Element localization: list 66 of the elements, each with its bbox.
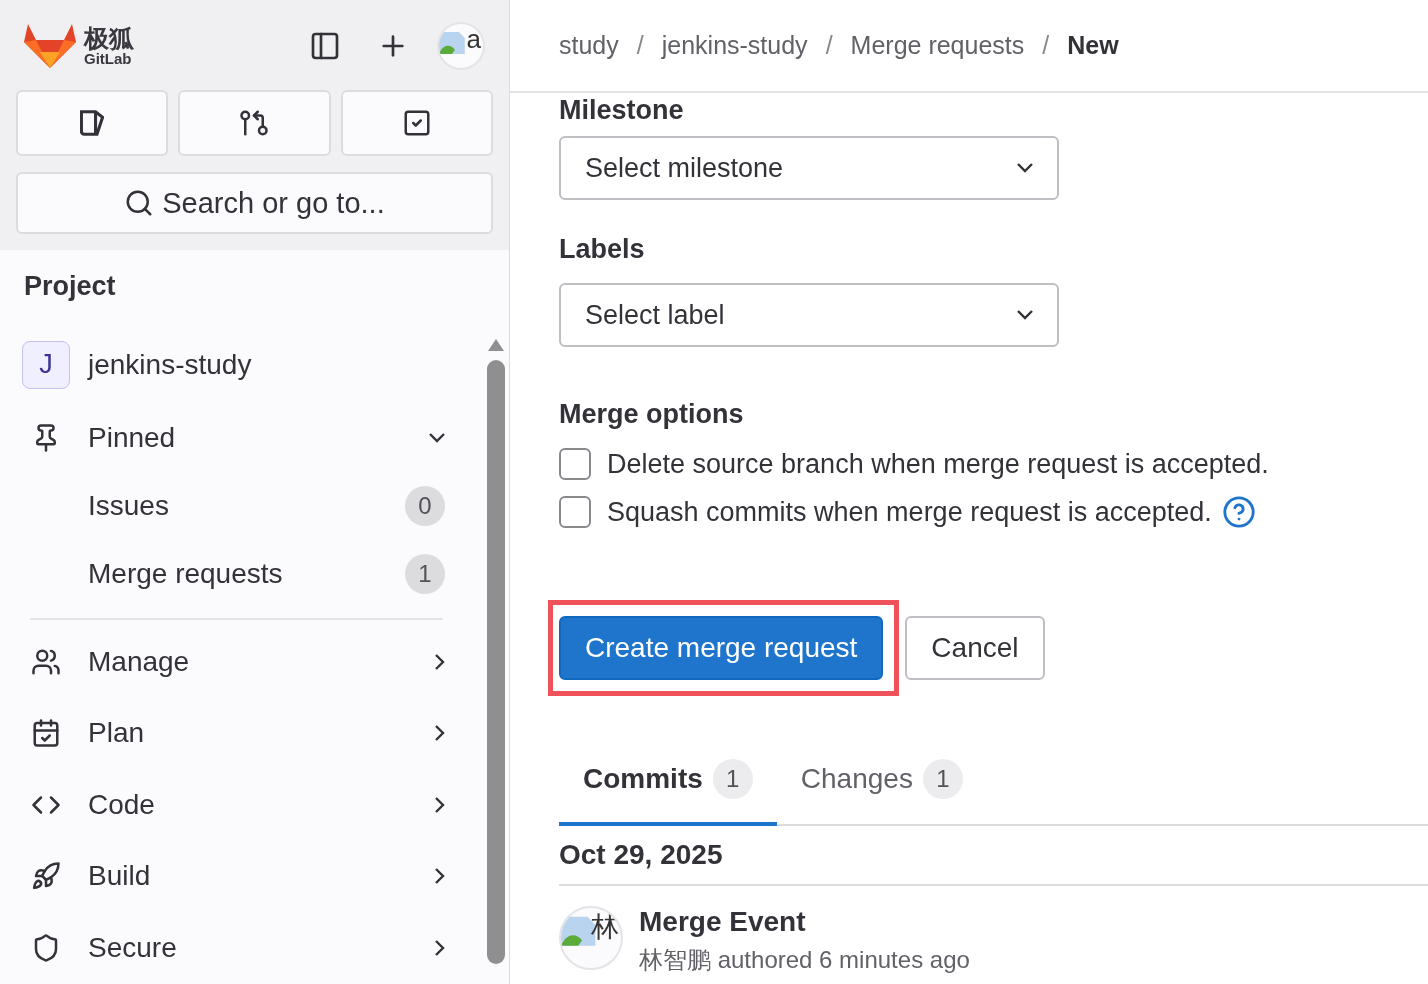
breadcrumb-link[interactable]: New xyxy=(1067,31,1119,60)
project-avatar: J xyxy=(22,340,70,389)
nav-item[interactable]: Build xyxy=(22,840,483,913)
breadcrumb-link[interactable]: jenkins-study xyxy=(661,31,808,60)
calendar-icon xyxy=(31,718,61,749)
section-title: Merge options xyxy=(559,399,745,430)
breadcrumb-link[interactable]: Merge requests xyxy=(850,31,1025,60)
label-select[interactable]: Select label xyxy=(559,283,1059,347)
milestone-select[interactable]: Select milestone xyxy=(559,136,1059,200)
count-badge: 1 xyxy=(712,759,753,799)
todo-button[interactable] xyxy=(340,90,493,156)
count-badge: 1 xyxy=(922,759,963,799)
scrollbar-thumb[interactable] xyxy=(487,360,505,964)
nav-label: Issues xyxy=(88,490,170,523)
field-label: Labels xyxy=(559,234,646,265)
create-merge-request-button[interactable]: Create merge request xyxy=(559,616,884,680)
project-item[interactable]: J jenkins-study xyxy=(22,335,483,395)
nav-label: Pinned xyxy=(88,421,177,454)
logo-text: 极狐 xyxy=(84,26,134,51)
nav-label: Secure xyxy=(88,932,178,965)
option-label: Squash commits when merge request is accepted. xyxy=(607,496,1212,528)
cancel-button[interactable]: Cancel xyxy=(905,616,1045,680)
nav-label: Build xyxy=(88,860,152,893)
breadcrumb-separator: / xyxy=(1042,31,1050,60)
issues-button[interactable] xyxy=(16,90,169,156)
nav-label: Merge requests xyxy=(88,557,284,590)
scroll-up-icon[interactable] xyxy=(487,338,505,352)
nav-item[interactable]: Plan xyxy=(22,697,483,769)
logo-subtext: GitLab xyxy=(84,51,132,66)
commit-title: Merge Event xyxy=(639,906,807,938)
commit-meta: 林智鹏 authored 6 minutes ago xyxy=(639,945,970,975)
tab[interactable]: Commits 1 xyxy=(559,736,777,826)
nav-item[interactable]: Issues 0 xyxy=(22,472,483,541)
nav-item[interactable]: Pinned xyxy=(22,402,483,473)
chevron-down-icon xyxy=(1017,163,1033,173)
count-badge: 0 xyxy=(405,486,445,527)
field-label: Milestone xyxy=(559,95,685,126)
nav-item[interactable]: Merge requests 1 xyxy=(22,540,483,608)
document-icon xyxy=(80,109,105,137)
nav-item[interactable]: Code xyxy=(22,769,483,841)
fox-logo-icon xyxy=(24,22,76,70)
breadcrumb-link[interactable]: study xyxy=(559,31,619,60)
commit-date: Oct 29, 2025 xyxy=(559,839,723,871)
breadcrumb-separator: / xyxy=(825,31,833,60)
option-label: Delete source branch when merge request is accepted. xyxy=(607,448,1269,480)
sidebar-icon xyxy=(309,30,341,62)
chevron-down-icon xyxy=(1017,310,1033,320)
search-field[interactable]: Search or go to... xyxy=(16,172,493,234)
merge-request-icon xyxy=(239,108,270,138)
merge-requests-button[interactable] xyxy=(178,90,331,156)
count-badge: 1 xyxy=(405,553,445,594)
tab[interactable]: Changes 1 xyxy=(776,736,987,826)
checkbox[interactable] xyxy=(559,448,591,480)
avatar-alt-text: 林 xyxy=(591,910,619,944)
nav-label: Plan xyxy=(88,717,146,750)
nav-label: Code xyxy=(88,788,156,821)
section-title: Project xyxy=(23,270,117,303)
help-icon[interactable] xyxy=(1221,495,1256,529)
checkbox[interactable] xyxy=(559,496,591,528)
breadcrumb-separator: / xyxy=(636,31,644,60)
nav-item[interactable]: Secure xyxy=(22,912,483,984)
nav-item[interactable]: Manage xyxy=(22,625,483,698)
nav-label: Manage xyxy=(88,645,191,678)
avatar-alt-text: a xyxy=(466,24,481,55)
rocket-icon xyxy=(31,861,61,892)
project-name: jenkins-study xyxy=(88,348,253,381)
